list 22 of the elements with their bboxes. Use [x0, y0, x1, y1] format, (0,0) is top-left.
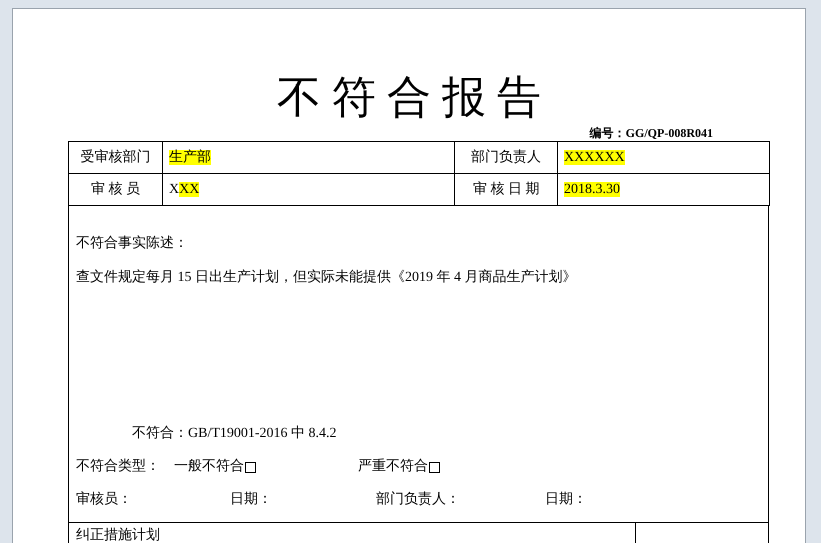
- table-cell: 部门负责人: [454, 142, 558, 174]
- facts-text: 查文件规定每月 15 日出生产计划，但实际未能提供《2019 年 4 月商品生产计划》: [76, 268, 578, 287]
- table-cell: XXXXXX: [558, 142, 770, 174]
- checkbox[interactable]: [429, 462, 440, 472]
- table-cell: 审 核 日 期: [454, 174, 558, 206]
- type-label: 不符合类型：: [76, 458, 160, 476]
- document-number: 编号：GG/QP-008R041: [590, 125, 713, 141]
- signature-label: 日期：: [230, 490, 273, 509]
- facts-heading: 不符合事实陈述：: [76, 234, 189, 253]
- nonconformity-clause: 不符合：GB/T19001-2016 中 8.4.2: [132, 424, 337, 443]
- option-label: 严重不符合: [358, 458, 428, 476]
- signature-label: 部门负责人：: [376, 490, 461, 509]
- signature-label: 日期：: [545, 490, 588, 509]
- table-cell: 2018.3.30: [558, 174, 770, 206]
- table-cell: 生产部: [162, 142, 454, 174]
- table-cell: 受审核部门: [68, 142, 162, 174]
- option-label: 一般不符合: [174, 458, 244, 476]
- signature-label: 审核员：: [76, 490, 133, 509]
- section-label: 纠正措施计划: [76, 528, 160, 543]
- report-title: 不 符 合 报 告: [276, 72, 542, 124]
- checkbox[interactable]: [245, 462, 256, 472]
- table-cell: 审 核 员: [68, 174, 162, 206]
